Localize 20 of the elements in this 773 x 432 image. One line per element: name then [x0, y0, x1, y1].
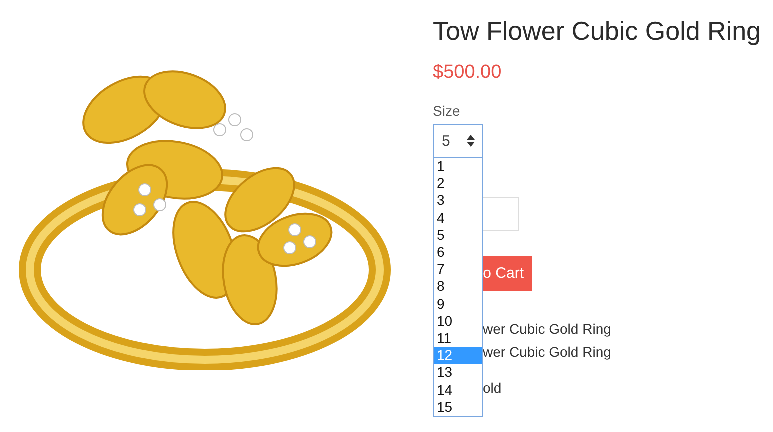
size-label: Size — [433, 102, 462, 120]
size-option[interactable]: 5 — [434, 226, 482, 244]
product-title: Tow Flower Cubic Gold Ring — [433, 15, 762, 48]
size-option[interactable]: 9 — [434, 296, 482, 313]
size-option[interactable]: 1 — [434, 158, 482, 176]
size-option[interactable]: 13 — [434, 364, 482, 382]
size-option[interactable]: 11 — [434, 330, 482, 348]
spinner-arrows-icon — [467, 135, 475, 147]
size-option[interactable]: 3 — [434, 192, 482, 210]
size-option[interactable]: 2 — [434, 175, 482, 192]
size-select[interactable]: 5 — [433, 124, 483, 158]
product-detail: wer Cubic Gold Ring — [483, 320, 612, 338]
product-detail: wer Cubic Gold Ring — [483, 343, 612, 361]
product-price: $500.00 — [433, 61, 503, 85]
size-option[interactable]: 15 — [434, 398, 482, 416]
quantity-field[interactable] — [483, 197, 519, 231]
size-option[interactable]: 10 — [434, 312, 482, 330]
product-detail: old — [483, 379, 503, 397]
size-option[interactable]: 4 — [434, 210, 482, 227]
size-option[interactable]: 14 — [434, 382, 482, 399]
